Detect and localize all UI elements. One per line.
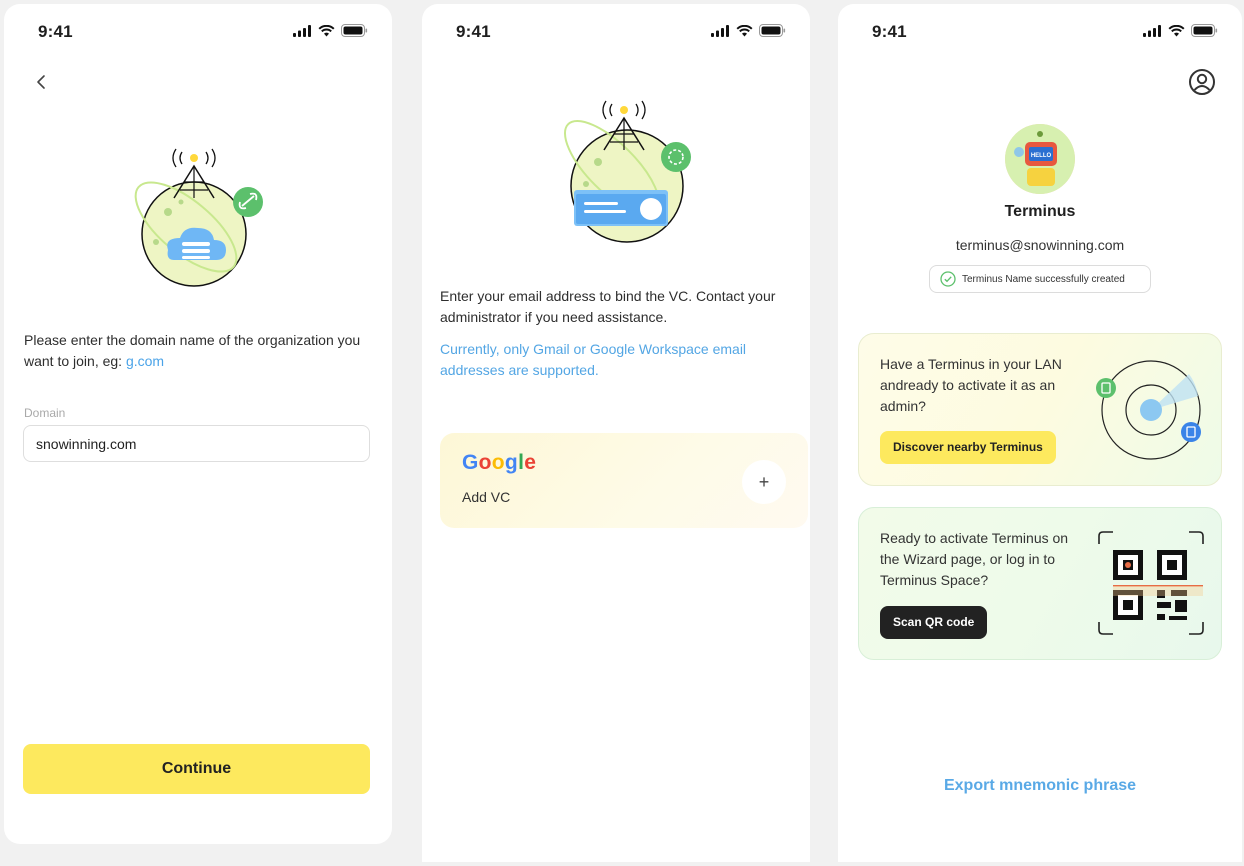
battery-icon [341,24,368,37]
qr-card-text: Ready to activate Terminus on the Wizard… [880,530,1069,588]
status-time: 9:41 [872,22,907,41]
terminus-profile-screen: 9:41 HELLO Terminus terminus@snowinning.… [838,4,1242,862]
status-icons [1143,24,1218,37]
lan-card-text: Have a Terminus in your LAN andready to … [880,356,1062,414]
badge-text: Terminus Name successfully created [962,273,1125,285]
bind-vc-screen: 9:41 Enter your email address to bind th… [422,4,810,862]
domain-instructions: Please enter the domain name of the orga… [24,330,369,372]
signal-icon [1143,24,1161,37]
supported-email-note: Currently, only Gmail or Google Workspac… [440,341,747,378]
terminus-name: Terminus [1004,203,1076,220]
scan-qr-card: Ready to activate Terminus on the Wizard… [858,507,1222,660]
domain-label: Domain [24,406,66,420]
avatar: HELLO [1005,124,1075,194]
wifi-icon [318,24,335,36]
status-badge: Terminus Name successfully created [929,265,1151,293]
instructions-text: Please enter the domain name of the orga… [24,332,361,369]
check-circle-icon [940,271,956,287]
signal-icon [711,24,729,37]
battery-icon [1191,24,1218,37]
export-mnemonic-link[interactable]: Export mnemonic phrase [838,777,1242,795]
status-icons [711,24,786,37]
status-bar: 9:41 [4,20,392,44]
status-icons [293,24,368,37]
wifi-icon [736,24,753,36]
wifi-icon [1168,24,1185,36]
add-vc-label: Add VC [462,489,511,505]
battery-icon [759,24,786,37]
status-bar: 9:41 [422,20,810,44]
vc-card-illustration [563,100,691,243]
scan-qr-button[interactable]: Scan QR code [880,606,988,639]
domain-input[interactable] [23,425,370,462]
add-vc-card[interactable]: Google Add VC + [440,433,808,528]
signal-icon [293,24,311,37]
status-bar: 9:41 [838,20,1242,44]
radar-illustration [1096,360,1201,460]
discover-lan-card: Have a Terminus in your LAN andready to … [858,333,1222,486]
domain-entry-screen: 9:41 Please enter the domain name of the… [4,4,392,844]
bind-vc-instructions: Enter your email address to bind the VC.… [440,288,776,325]
example-domain-link[interactable]: g.com [126,353,164,369]
terminus-email: terminus@snowinning.com [955,237,1125,253]
add-vc-plus-button[interactable]: + [742,460,786,504]
status-time: 9:41 [38,22,73,41]
back-chevron-icon[interactable] [30,70,54,94]
avatar-hello-text: HELLO [1031,153,1052,159]
account-icon[interactable] [1188,68,1216,96]
discover-nearby-button[interactable]: Discover nearby Terminus [880,431,1056,464]
status-time: 9:41 [456,22,491,41]
google-logo: Google [462,451,537,474]
qr-code-illustration [1098,531,1204,635]
continue-button[interactable]: Continue [23,744,370,794]
cloud-illustration [134,148,263,287]
